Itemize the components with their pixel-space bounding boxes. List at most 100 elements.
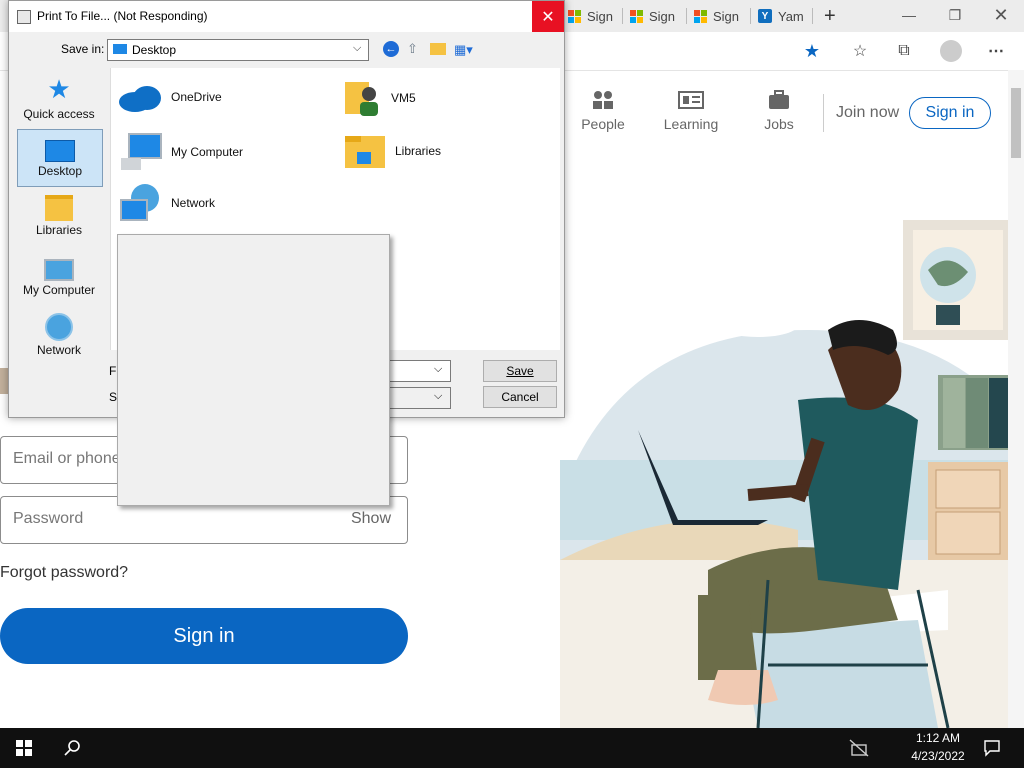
new-tab-button[interactable]: +	[818, 4, 842, 28]
tab-divider	[686, 8, 687, 24]
scrollbar-thumb[interactable]	[1011, 88, 1021, 158]
nav-label: Learning	[663, 116, 719, 132]
file-item-vm5[interactable]: VM5	[343, 78, 416, 118]
collections-icon[interactable]: ⧉	[892, 40, 916, 62]
file-label: My Computer	[171, 145, 244, 159]
dialog-title: Print To File... (Not Responding)	[37, 9, 208, 23]
file-label: OneDrive	[171, 90, 222, 104]
tab-label: Sign	[713, 8, 740, 24]
forgot-password-link[interactable]: Forgot password?	[0, 564, 128, 582]
back-icon[interactable]: ←	[383, 41, 399, 57]
computer-icon	[17, 253, 101, 281]
file-item-libraries[interactable]: Libraries	[343, 132, 441, 170]
search-icon[interactable]	[63, 739, 81, 757]
clock-time[interactable]: 1:12 AM	[900, 731, 976, 745]
nav-label: People	[581, 116, 625, 132]
nav-label: Jobs	[764, 116, 794, 132]
up-folder-icon[interactable]: ⇧	[407, 41, 423, 57]
file-item-network[interactable]: Network	[119, 182, 215, 224]
minimize-icon[interactable]: —	[886, 0, 932, 30]
restore-icon[interactable]: ❐	[932, 0, 978, 30]
place-libraries[interactable]: Libraries	[17, 189, 101, 245]
notification-icon[interactable]	[983, 739, 1001, 757]
favorites-icon[interactable]: ☆	[848, 40, 872, 62]
header-sign-in-button[interactable]: Sign in	[909, 97, 991, 129]
browser-tab-4[interactable]: Y Yam	[752, 4, 810, 28]
network-icon	[17, 313, 101, 341]
network-icon	[120, 184, 159, 221]
profile-avatar-icon[interactable]	[940, 40, 962, 62]
microsoft-logo-icon	[630, 9, 643, 23]
star-icon: ★	[47, 74, 71, 104]
join-now-link[interactable]: Join now	[836, 104, 899, 122]
tab-label: Sign	[587, 8, 614, 24]
password-placeholder: Password	[13, 510, 84, 527]
place-label: Desktop	[37, 164, 83, 178]
file-label: VM5	[391, 91, 416, 105]
microsoft-logo-icon	[694, 9, 707, 23]
email-placeholder: Email or phone	[13, 450, 121, 467]
microsoft-logo-icon	[568, 9, 581, 23]
more-menu-icon[interactable]: ⋯	[984, 40, 1008, 62]
chevron-down-icon: ⌵	[434, 390, 443, 402]
unresponsive-popup-panel	[117, 234, 390, 506]
clock-date[interactable]: 4/23/2022	[900, 749, 976, 763]
tab-divider	[622, 8, 623, 24]
windows-start-icon[interactable]	[16, 740, 32, 756]
chevron-down-icon: ⌵	[353, 42, 362, 54]
hero-illustration	[560, 220, 1008, 728]
yammer-logo-icon: Y	[758, 9, 772, 23]
place-desktop[interactable]: Desktop	[17, 129, 103, 187]
sign-in-button[interactable]: Sign in	[0, 608, 408, 664]
save-in-value: Desktop	[132, 43, 177, 57]
save-in-dropdown[interactable]: Desktop ⌵	[107, 39, 369, 61]
place-label: Network	[36, 343, 81, 357]
browser-tab-1[interactable]: Sign	[562, 4, 619, 28]
desktop-icon	[18, 134, 102, 162]
nav-divider	[823, 94, 824, 132]
network-status-icon[interactable]	[849, 739, 869, 757]
place-network[interactable]: Network	[17, 309, 101, 365]
place-quick-access[interactable]: ★ Quick access	[17, 73, 101, 129]
save-in-label: Save in:	[61, 42, 105, 56]
tab-label: Yam	[778, 8, 804, 24]
browser-tab-2[interactable]: Sign	[624, 4, 681, 28]
learning-icon	[651, 88, 731, 112]
people-icon	[563, 88, 643, 112]
tab-divider	[750, 8, 751, 24]
favorite-star-icon[interactable]: ★	[800, 40, 824, 62]
libraries-icon	[17, 193, 101, 221]
computer-icon	[121, 133, 162, 170]
page-scrollbar[interactable]	[1008, 70, 1024, 728]
nav-people[interactable]: People	[563, 88, 643, 132]
libraries-icon	[345, 136, 385, 168]
jobs-icon	[739, 88, 819, 112]
nav-jobs[interactable]: Jobs	[739, 88, 819, 132]
browser-tab-3[interactable]: Sign	[688, 4, 745, 28]
taskbar	[0, 728, 1024, 768]
chevron-down-icon: ⌵	[434, 363, 443, 375]
file-item-onedrive[interactable]: OneDrive	[115, 80, 222, 114]
cancel-button[interactable]: Cancel	[483, 386, 557, 408]
close-icon[interactable]: ✕	[978, 0, 1024, 30]
tab-divider	[812, 8, 813, 24]
place-my-computer[interactable]: My Computer	[17, 249, 101, 305]
save-button[interactable]: Save	[483, 360, 557, 382]
dialog-close-icon[interactable]: ✕	[532, 1, 564, 32]
view-menu-icon[interactable]: ▦▾	[454, 42, 476, 57]
places-bar: ★ Quick access Desktop Libraries My Comp…	[15, 69, 105, 369]
place-label: Quick access	[23, 107, 95, 121]
onedrive-icon	[119, 86, 161, 112]
nav-learning[interactable]: Learning	[651, 88, 731, 132]
place-label: My Computer	[22, 283, 96, 297]
save-as-type-combo[interactable]: ⌵	[389, 387, 451, 409]
user-folder-icon	[345, 82, 378, 116]
place-label: Libraries	[35, 223, 83, 237]
new-folder-icon[interactable]	[430, 43, 446, 55]
file-item-my-computer[interactable]: My Computer	[119, 132, 243, 172]
show-password-button[interactable]: Show	[351, 510, 391, 528]
file-name-combo[interactable]: ⌵	[389, 360, 451, 382]
dialog-title-bar: Print To File... (Not Responding)	[9, 1, 564, 32]
tab-label: Sign	[649, 8, 676, 24]
printer-icon	[17, 10, 31, 24]
